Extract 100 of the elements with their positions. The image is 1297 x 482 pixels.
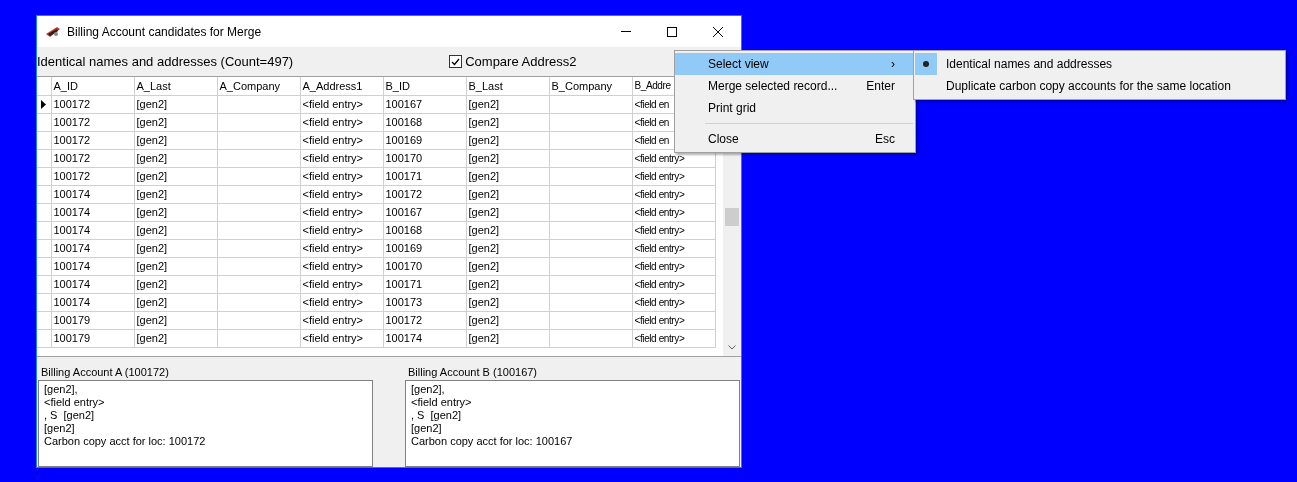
table-cell: <field entry> (302, 133, 364, 146)
table-cell: 100167 (385, 97, 423, 110)
submenu-item[interactable]: Duplicate carbon copy accounts for the same location (914, 75, 1285, 97)
table-cell: <field entry> (302, 277, 364, 290)
table-cell: 100179 (53, 331, 91, 344)
account-detail-line: [gen2] (411, 422, 443, 435)
table-cell: [gen2] (136, 223, 168, 236)
table-cell: <field entry> (302, 331, 364, 344)
table-cell: <field entry> (634, 188, 685, 200)
table-cell: 100171 (385, 277, 423, 290)
table-cell: [gen2] (136, 331, 168, 344)
maximize-icon (667, 26, 677, 37)
account-detail-line: <field entry> (44, 396, 106, 409)
account-detail-line: , S [gen2] (44, 409, 96, 422)
table-cell: [gen2] (468, 241, 500, 254)
table-cell: 100168 (385, 115, 423, 128)
table-cell: [gen2] (468, 151, 500, 164)
menu-item[interactable]: Print grid (675, 97, 915, 119)
table-cell: 100172 (53, 133, 91, 146)
table-cell: 100174 (53, 277, 91, 290)
table-cell: 100174 (53, 259, 91, 272)
table-cell: <field entry> (302, 151, 364, 164)
table-cell: [gen2] (136, 151, 168, 164)
account-detail-line: [gen2], (411, 383, 446, 396)
table-cell: <field entry> (302, 187, 364, 200)
table-cell: 100167 (385, 205, 423, 218)
table-cell: [gen2] (136, 205, 168, 218)
table-cell: [gen2] (468, 115, 500, 128)
table-cell: 100171 (385, 169, 423, 182)
table-cell: [gen2] (468, 133, 500, 146)
radio-dot-icon (923, 61, 929, 67)
table-cell: 100174 (53, 295, 91, 308)
table-cell: <field entry> (634, 170, 685, 182)
scroll-down-icon (728, 345, 736, 350)
row-indicator-icon (41, 99, 47, 109)
table-cell: 100172 (53, 97, 91, 110)
table-cell: <field entry> (302, 295, 364, 308)
table-cell: 100173 (385, 295, 423, 308)
column-header[interactable]: B_ID (383, 77, 466, 95)
table-cell: 100174 (53, 223, 91, 236)
app-icon (45, 24, 61, 39)
window-title: Billing Account candidates for Merge (67, 23, 262, 41)
table-cell: [gen2] (136, 97, 168, 110)
table-cell: [gen2] (468, 97, 500, 110)
table-cell: <field entry> (634, 296, 685, 308)
table-cell: [gen2] (468, 205, 500, 218)
table-cell: <field en (634, 116, 669, 128)
table-cell: [gen2] (136, 313, 168, 326)
table-cell: [gen2] (468, 187, 500, 200)
table-cell: 100174 (53, 241, 91, 254)
account-detail-line: <field entry> (411, 396, 473, 409)
account-detail-line: [gen2] (44, 422, 76, 435)
table-cell: [gen2] (136, 259, 168, 272)
table-cell: [gen2] (468, 259, 500, 272)
table-cell: <field entry> (302, 169, 364, 182)
account-detail-line: [gen2], (44, 383, 79, 396)
table-cell: [gen2] (468, 295, 500, 308)
table-cell: [gen2] (136, 187, 168, 200)
table-cell: <field entry> (634, 314, 685, 326)
table-cell: 100169 (385, 241, 423, 254)
table-cell: <field entry> (634, 278, 685, 290)
menu-item[interactable]: Select view › (675, 53, 915, 75)
menu-item[interactable]: Close Esc (675, 128, 915, 150)
table-cell: [gen2] (468, 169, 500, 182)
scrollbar-thumb[interactable] (725, 208, 739, 226)
submenu-item[interactable]: Identical names and addresses (914, 53, 1285, 75)
column-header[interactable]: B_Last (466, 77, 549, 95)
table-cell: <field entry> (634, 224, 685, 236)
column-header[interactable]: A_Address1 (300, 77, 383, 95)
table-cell: <field entry> (634, 242, 685, 254)
table-cell: <field en (634, 134, 669, 146)
table-cell: [gen2] (136, 277, 168, 290)
table-cell: <field entry> (302, 223, 364, 236)
column-header[interactable]: A_Company (217, 77, 300, 95)
table-cell: 100174 (53, 205, 91, 218)
account-label: Billing Account B (100167) (407, 365, 539, 380)
table-cell: [gen2] (136, 169, 168, 182)
table-cell: [gen2] (136, 133, 168, 146)
view-label: Identical names and addresses (Count=497) (37, 52, 294, 71)
compare-checkbox[interactable]: Compare Address2 (449, 51, 577, 72)
table-cell: [gen2] (468, 277, 500, 290)
close-icon (713, 26, 723, 37)
table-cell: <field entry> (302, 241, 364, 254)
column-header[interactable]: A_ID (51, 77, 134, 95)
account-detail-line: , S [gen2] (411, 409, 463, 422)
column-header[interactable]: B_Company (549, 77, 632, 95)
table-cell: [gen2] (136, 241, 168, 254)
row-header[interactable] (37, 95, 51, 113)
table-cell: [gen2] (136, 295, 168, 308)
account-detail-line: Carbon copy acct for loc: 100172 (44, 435, 207, 448)
table-cell: 100172 (385, 313, 423, 326)
table-cell: [gen2] (468, 313, 500, 326)
table-cell: 100170 (385, 259, 423, 272)
table-cell: 100172 (385, 187, 423, 200)
table-cell: 100179 (53, 313, 91, 326)
account-label: Billing Account A (100172) (40, 365, 170, 380)
account-detail-line: Carbon copy acct for loc: 100167 (411, 435, 574, 448)
table-cell: <field entry> (634, 332, 685, 344)
column-header[interactable]: A_Last (134, 77, 217, 95)
table-cell: 100169 (385, 133, 423, 146)
